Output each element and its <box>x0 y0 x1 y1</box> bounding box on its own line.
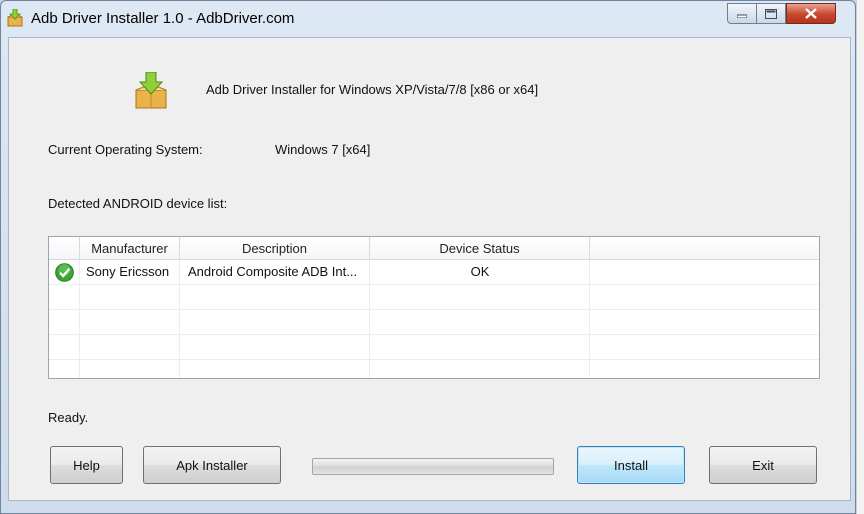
cell-description: Android Composite ADB Int... <box>188 264 358 279</box>
close-icon <box>805 8 817 19</box>
maximize-button[interactable] <box>757 3 786 24</box>
minimize-button[interactable] <box>727 3 757 24</box>
table-row[interactable]: Sony Ericsson Android Composite ADB Int.… <box>49 260 819 285</box>
column-header-description[interactable]: Description <box>180 237 370 260</box>
cell-manufacturer: Sony Ericsson <box>86 264 170 279</box>
header-text: Adb Driver Installer for Windows XP/Vist… <box>206 82 539 97</box>
minimize-icon <box>737 14 747 18</box>
green-check-icon <box>55 263 74 282</box>
package-arrow-icon <box>7 9 23 27</box>
package-arrow-icon <box>135 72 167 109</box>
device-list[interactable]: Manufacturer Description Device Status S… <box>48 236 820 379</box>
apk-installer-button[interactable]: Apk Installer <box>143 446 281 484</box>
os-value: Windows 7 [x64] <box>275 142 371 157</box>
device-list-header: Manufacturer Description Device Status <box>49 237 819 260</box>
window-title: Adb Driver Installer 1.0 - AdbDriver.com <box>31 10 295 27</box>
table-row-empty <box>49 335 819 360</box>
title-bar[interactable]: Adb Driver Installer 1.0 - AdbDriver.com <box>1 1 855 35</box>
help-button[interactable]: Help <box>50 446 123 484</box>
column-header-manufacturer[interactable]: Manufacturer <box>80 237 180 260</box>
os-label: Current Operating System: <box>48 142 203 157</box>
app-window: Adb Driver Installer 1.0 - AdbDriver.com… <box>0 0 856 514</box>
cell-device-status: OK <box>470 264 490 279</box>
table-row-empty <box>49 310 819 335</box>
column-header-icon[interactable] <box>49 237 80 260</box>
main-panel: Adb Driver Installer for Windows XP/Vist… <box>8 37 851 501</box>
install-progress-bar <box>312 458 554 475</box>
exit-button[interactable]: Exit <box>709 446 817 484</box>
maximize-icon <box>765 8 777 19</box>
install-button[interactable]: Install <box>577 446 685 484</box>
column-header-device-status[interactable]: Device Status <box>370 237 590 260</box>
table-row-empty <box>49 285 819 310</box>
device-list-label: Detected ANDROID device list: <box>48 196 228 211</box>
column-header-filler <box>590 237 819 260</box>
background-window-edge <box>856 0 864 514</box>
close-button[interactable] <box>786 3 836 24</box>
status-text: Ready. <box>48 410 89 425</box>
